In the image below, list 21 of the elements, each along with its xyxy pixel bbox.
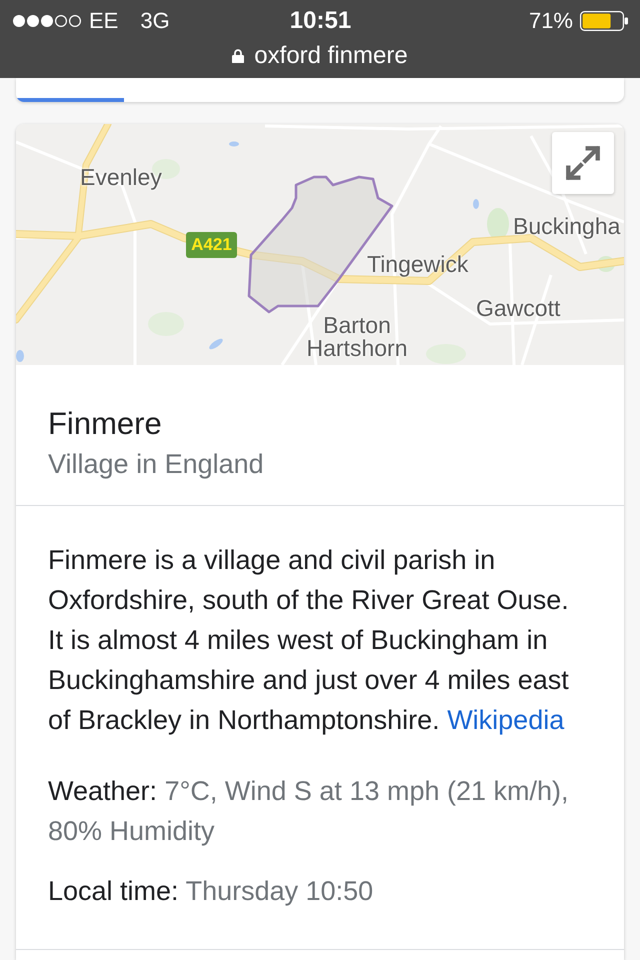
description-text: Finmere is a village and civil parish in Oxfordshire, south of the River Great Ouse. It is almost 4 miles west of Buckingham in Buckinghamshire and just over 4 miles east of Brackley in Northamptonshire. Wikipedia — [48, 544, 570, 737]
place-subtitle: Village in England — [48, 448, 265, 481]
expand-button[interactable] — [552, 132, 614, 194]
carrier-name: EE — [89, 8, 118, 34]
signal-strength-icon — [13, 14, 81, 28]
map-place-label: Barton Hartshorn — [306, 314, 408, 360]
lock-icon — [232, 48, 244, 64]
network-type: 3G — [140, 8, 170, 34]
address-text[interactable]: oxford finmere — [254, 42, 408, 70]
road-number-shield: A421 — [186, 232, 237, 258]
map-place-label: Gawcott — [476, 295, 560, 321]
fact-line: Weather: 7°C, Wind S at 13 mph (21 km/h), 80% Humidity — [48, 775, 570, 848]
place-title: Finmere — [48, 405, 163, 443]
map-drawing[interactable] — [16, 124, 624, 365]
battery-percent: 71% — [528, 8, 573, 34]
fact-line: Local time: Thursday 10:50 — [48, 875, 374, 908]
battery-icon — [580, 11, 628, 31]
clock-time: 10:51 — [290, 7, 352, 35]
fullscreen-icon — [566, 146, 600, 180]
wikipedia-link[interactable]: Wikipedia — [447, 705, 564, 735]
map-place-label: Buckingha — [513, 213, 620, 239]
